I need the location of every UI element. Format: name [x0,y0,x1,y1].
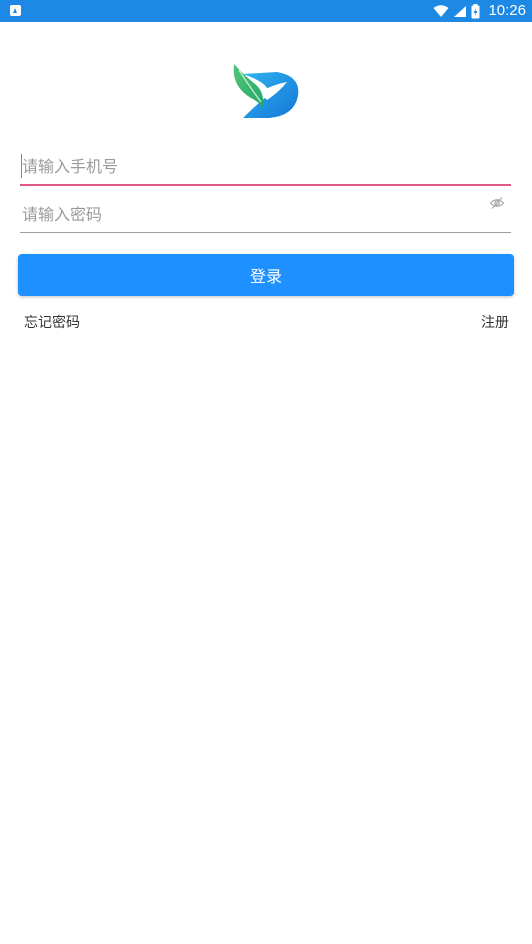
password-field [20,195,511,233]
login-button[interactable]: 登录 [18,254,514,296]
wifi-icon [433,4,449,17]
phone-field [20,150,511,186]
status-time: 10:26 [488,2,526,19]
app-logo-icon [233,64,299,118]
status-bar: 10:26 [0,0,532,22]
forgot-password-link[interactable]: 忘记密码 [24,312,80,332]
password-input[interactable] [22,198,482,230]
battery-icon [471,3,480,18]
status-icons: 10:26 [433,0,526,22]
notification-icon [10,5,21,16]
login-screen: 10:26 登录 忘 [0,0,532,944]
register-link[interactable]: 注册 [481,312,509,332]
cellular-signal-icon [454,5,467,17]
eye-slash-icon[interactable] [489,195,505,211]
phone-input[interactable] [22,150,482,182]
